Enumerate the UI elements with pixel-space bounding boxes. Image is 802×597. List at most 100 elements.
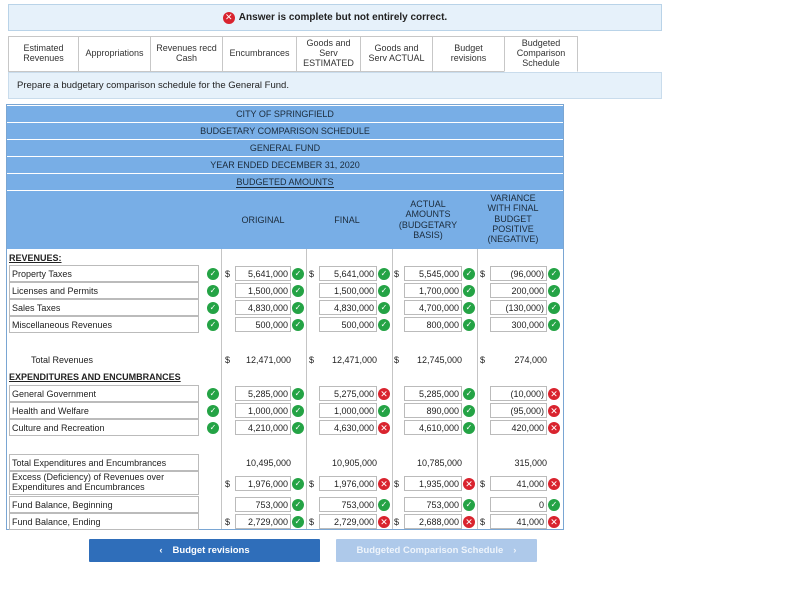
actual-input[interactable]: 800,000 [404,317,462,332]
original-input[interactable]: 5,285,000 [235,386,291,401]
total-original: 12,471,000 [245,354,291,365]
tab-goods-serv-actual[interactable]: Goods and Serv ACTUAL [360,36,432,72]
final-input[interactable]: 753,000 [319,497,377,512]
check-icon: ✓ [378,499,390,511]
variance-input[interactable]: 420,000 [490,420,547,435]
variance-input[interactable]: 0 [490,497,547,512]
total-original: 10,495,000 [245,457,291,468]
tab-budgeted-comparison-schedule[interactable]: Budgeted Comparison Schedule [504,36,578,72]
original-input[interactable]: 500,000 [235,317,291,332]
actual-input[interactable]: 2,688,000 [404,514,462,529]
final-input[interactable]: 4,830,000 [319,300,377,315]
actual-input[interactable]: 1,935,000 [404,476,462,491]
row-label-input[interactable]: Fund Balance, Ending [9,513,199,530]
row-label-input[interactable]: Licenses and Permits [9,282,199,299]
check-icon: ✓ [207,319,219,331]
row-label-input[interactable]: General Government [9,385,199,402]
check-icon: ✓ [378,405,390,417]
original-input[interactable]: 4,210,000 [235,420,291,435]
variance-input[interactable]: 300,000 [490,317,547,332]
check-icon: ✓ [207,268,219,280]
original-input[interactable]: 1,976,000 [235,476,291,491]
actual-input[interactable]: 890,000 [404,403,462,418]
total-actual: 10,785,000 [416,457,462,468]
check-icon: ✓ [378,319,390,331]
tab-encumbrances[interactable]: Encumbrances [222,36,296,72]
variance-input[interactable]: (10,000) [490,386,547,401]
final-input[interactable]: 1,000,000 [319,403,377,418]
actual-input[interactable]: 4,610,000 [404,420,462,435]
actual-input[interactable]: 5,285,000 [404,386,462,401]
check-icon: ✓ [207,422,219,434]
actual-input[interactable]: 1,700,000 [404,283,462,298]
actual-input[interactable]: 4,700,000 [404,300,462,315]
dollar-sign: $ [394,354,400,365]
row-label-input[interactable]: Fund Balance, Beginning [9,496,199,513]
check-icon: ✓ [548,302,560,314]
variance-input[interactable]: (95,000) [490,403,547,418]
row-label-input[interactable]: Total Expenditures and Encumbrances [9,454,199,471]
variance-input[interactable]: 41,000 [490,514,547,529]
budgetary-comparison-schedule: CITY OF SPRINGFIELD BUDGETARY COMPARISON… [6,104,564,530]
original-input[interactable]: 1,000,000 [235,403,291,418]
col-variance: VARIANCE WITH FINAL BUDGET POSITIVE (NEG… [487,193,539,245]
row-label-input[interactable]: Miscellaneous Revenues [9,316,199,333]
variance-input[interactable]: 41,000 [490,476,547,491]
tab-estimated-revenues[interactable]: Estimated Revenues [8,36,78,72]
check-icon: ✓ [463,405,475,417]
dollar-sign: $ [309,268,315,279]
incorrect-icon: ✕ [222,11,235,24]
tab-goods-serv-estimated[interactable]: Goods and Serv ESTIMATED [296,36,360,72]
next-budgeted-comparison-button[interactable]: Budgeted Comparison Schedule › [336,539,537,562]
dollar-sign: $ [309,478,315,489]
check-icon: ✓ [548,268,560,280]
tab-revenues-recd-cash[interactable]: Revenues recd Cash [150,36,222,72]
revenues-heading: REVENUES: [9,252,62,263]
actual-input[interactable]: 5,545,000 [404,266,462,281]
fund-name: GENERAL FUND [7,140,563,156]
incorrect-icon: ✕ [548,478,560,490]
table-row: Sales Taxes ✓ 4,830,000 ✓ 4,830,000 ✓ 4,… [7,299,563,316]
final-input[interactable]: 1,500,000 [319,283,377,298]
check-icon: ✓ [463,285,475,297]
table-row: Miscellaneous Revenues ✓ 500,000 ✓ 500,0… [7,316,563,333]
table-row: Health and Welfare ✓ 1,000,000 ✓ 1,000,0… [7,402,563,419]
final-input[interactable]: 2,729,000 [319,514,377,529]
expenditures-heading-row: EXPENDITURES AND ENCUMBRANCES [7,368,563,385]
prev-budget-revisions-button[interactable]: ‹ Budget revisions [89,539,320,562]
row-label-input[interactable]: Culture and Recreation [9,419,199,436]
incorrect-icon: ✕ [378,478,390,490]
final-input[interactable]: 500,000 [319,317,377,332]
tab-appropriations[interactable]: Appropriations [78,36,150,72]
original-input[interactable]: 2,729,000 [235,514,291,529]
row-label-input[interactable]: Health and Welfare [9,402,199,419]
final-input[interactable]: 5,641,000 [319,266,377,281]
tab-budget-revisions[interactable]: Budget revisions [432,36,504,72]
variance-input[interactable]: (96,000) [490,266,547,281]
final-input[interactable]: 1,976,000 [319,476,377,491]
original-input[interactable]: 753,000 [235,497,291,512]
original-input[interactable]: 5,641,000 [235,266,291,281]
check-icon: ✓ [292,422,304,434]
dollar-sign: $ [480,478,486,489]
incorrect-icon: ✕ [378,516,390,528]
variance-input[interactable]: 200,000 [490,283,547,298]
row-label-input[interactable]: Property Taxes [9,265,199,282]
original-input[interactable]: 1,500,000 [235,283,291,298]
variance-input[interactable]: (130,000) [490,300,547,315]
final-input[interactable]: 4,630,000 [319,420,377,435]
banner-text: Answer is complete but not entirely corr… [238,12,448,23]
final-input[interactable]: 5,275,000 [319,386,377,401]
incorrect-icon: ✕ [548,422,560,434]
col-actual: ACTUAL AMOUNTS (BUDGETARY BASIS) [398,199,458,241]
row-label-input[interactable]: Excess (Deficiency) of Revenues over Exp… [9,471,199,495]
check-icon: ✓ [548,285,560,297]
original-input[interactable]: 4,830,000 [235,300,291,315]
schedule-title: BUDGETARY COMPARISON SCHEDULE [7,123,563,139]
row-label-input[interactable]: Sales Taxes [9,299,199,316]
table-row: Licenses and Permits ✓ 1,500,000 ✓ 1,500… [7,282,563,299]
column-headers: ORIGINAL FINAL ACTUAL AMOUNTS (BUDGETARY… [7,191,563,249]
dollar-sign: $ [225,478,231,489]
actual-input[interactable]: 753,000 [404,497,462,512]
fund-balance-beginning-row: Fund Balance, Beginning 753,000 ✓ 753,00… [7,496,563,513]
